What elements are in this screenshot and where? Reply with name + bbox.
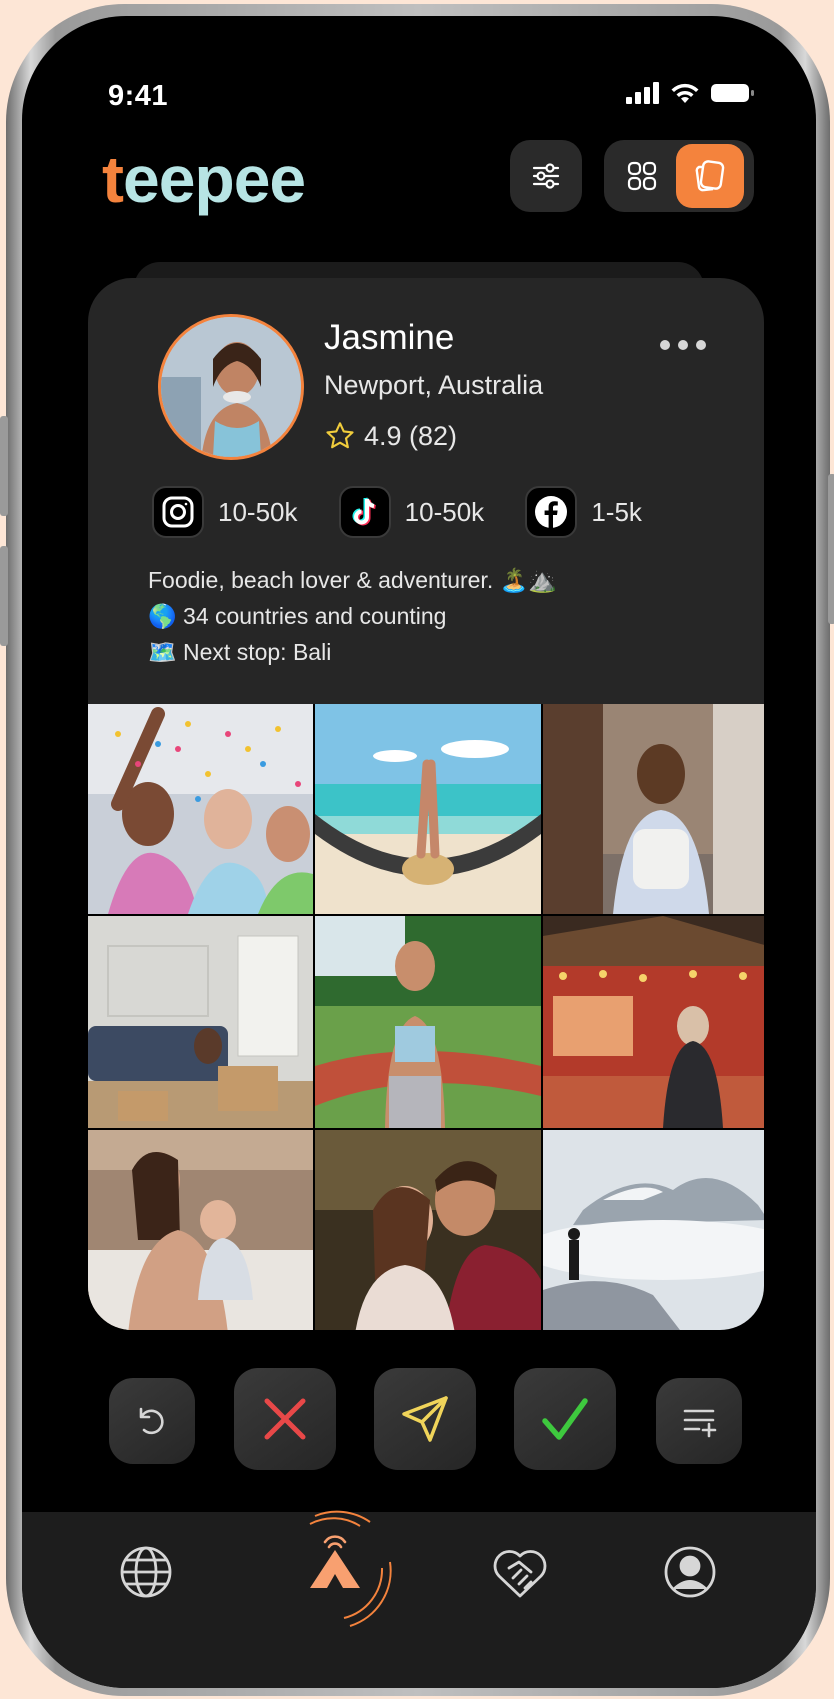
tab-matches[interactable] bbox=[490, 1542, 550, 1602]
beach-hammock-photo[interactable] bbox=[315, 704, 541, 914]
filter-button[interactable] bbox=[510, 140, 582, 212]
tab-profile[interactable] bbox=[660, 1542, 720, 1602]
bio-line: 🌎 34 countries and counting bbox=[148, 603, 447, 629]
more-options-button[interactable] bbox=[660, 340, 706, 350]
street-backpack-photo[interactable] bbox=[543, 704, 764, 914]
social-instagram[interactable]: 10-50k bbox=[152, 486, 339, 538]
battery-icon bbox=[711, 84, 754, 102]
instagram-count: 10-50k bbox=[218, 496, 298, 527]
undo-icon bbox=[139, 1407, 164, 1435]
phone-frame: 9:41 teepee Jasmine Newport, Australia 4… bbox=[0, 4, 834, 1696]
star-icon bbox=[326, 422, 354, 449]
profile-rating: 4.9 (82) bbox=[324, 420, 457, 452]
send-button[interactable] bbox=[374, 1368, 476, 1470]
tiktok-count: 10-50k bbox=[404, 496, 485, 527]
christmas-market-photo[interactable] bbox=[543, 916, 764, 1128]
view-toggle bbox=[604, 140, 754, 212]
user-icon bbox=[664, 1546, 716, 1598]
party-confetti-photo[interactable] bbox=[88, 704, 313, 914]
cards-icon bbox=[695, 160, 725, 192]
playlist-add-icon bbox=[683, 1409, 717, 1438]
app-logo: teepee bbox=[102, 142, 306, 216]
living-room-photo[interactable] bbox=[88, 916, 313, 1128]
grid-icon bbox=[627, 161, 657, 191]
undo-button[interactable] bbox=[109, 1378, 195, 1464]
profile-card[interactable]: Jasmine Newport, Australia 4.9 (82) 10-5… bbox=[88, 278, 764, 1330]
wifi-icon bbox=[671, 83, 699, 103]
accept-button[interactable] bbox=[514, 1368, 616, 1470]
tab-home[interactable] bbox=[270, 1502, 400, 1632]
screen: 9:41 teepee Jasmine Newport, Australia 4… bbox=[22, 16, 816, 1688]
bio-line: 🗺️ Next stop: Bali bbox=[148, 639, 332, 665]
teepee-icon bbox=[309, 1510, 392, 1627]
signal-icon bbox=[626, 82, 659, 104]
social-tiktok[interactable]: 10-50k bbox=[338, 486, 526, 538]
volume-down-button bbox=[0, 546, 8, 646]
volume-up-button bbox=[0, 416, 8, 516]
more-dot bbox=[696, 340, 706, 350]
tiktok-icon bbox=[338, 486, 391, 538]
instagram-icon bbox=[152, 486, 204, 538]
status-time: 9:41 bbox=[108, 80, 169, 112]
facebook-icon bbox=[525, 486, 578, 538]
avatar bbox=[158, 314, 304, 460]
power-button bbox=[828, 474, 834, 624]
bio-line: Foodie, beach lover & adventurer. 🏝️⛰️ bbox=[148, 567, 557, 593]
handshake-heart-icon bbox=[493, 1550, 547, 1598]
jogging-photo[interactable] bbox=[315, 916, 541, 1128]
grid-view-button[interactable] bbox=[608, 144, 676, 208]
sliders-icon bbox=[532, 163, 560, 189]
more-dot bbox=[660, 340, 670, 350]
profile-location: Newport, Australia bbox=[324, 370, 544, 400]
avatar-photo bbox=[161, 317, 301, 457]
social-facebook[interactable]: 1-5k bbox=[525, 486, 712, 538]
reject-button[interactable] bbox=[234, 1368, 336, 1470]
social-stats: 10-50k 10-50k 1-5k bbox=[152, 486, 712, 538]
status-icons bbox=[626, 82, 756, 104]
more-dot bbox=[678, 340, 688, 350]
check-icon bbox=[542, 1398, 588, 1440]
tab-bar bbox=[22, 1510, 816, 1688]
facebook-count: 1-5k bbox=[591, 496, 642, 527]
profile-bio: Foodie, beach lover & adventurer. 🏝️⛰️ 🌎… bbox=[148, 562, 557, 670]
globe-icon bbox=[120, 1546, 172, 1598]
photo-grid bbox=[88, 704, 764, 1330]
couple-photo[interactable] bbox=[315, 1130, 541, 1330]
rating-value: 4.9 (82) bbox=[364, 420, 458, 451]
add-to-list-button[interactable] bbox=[656, 1378, 742, 1464]
profile-name: Jasmine bbox=[324, 318, 455, 357]
tab-explore[interactable] bbox=[116, 1542, 176, 1602]
mountain-clouds-photo[interactable] bbox=[543, 1130, 764, 1330]
mother-baby-photo[interactable] bbox=[88, 1130, 313, 1330]
close-icon bbox=[264, 1398, 306, 1440]
card-view-button[interactable] bbox=[676, 144, 744, 208]
send-icon bbox=[402, 1396, 448, 1442]
